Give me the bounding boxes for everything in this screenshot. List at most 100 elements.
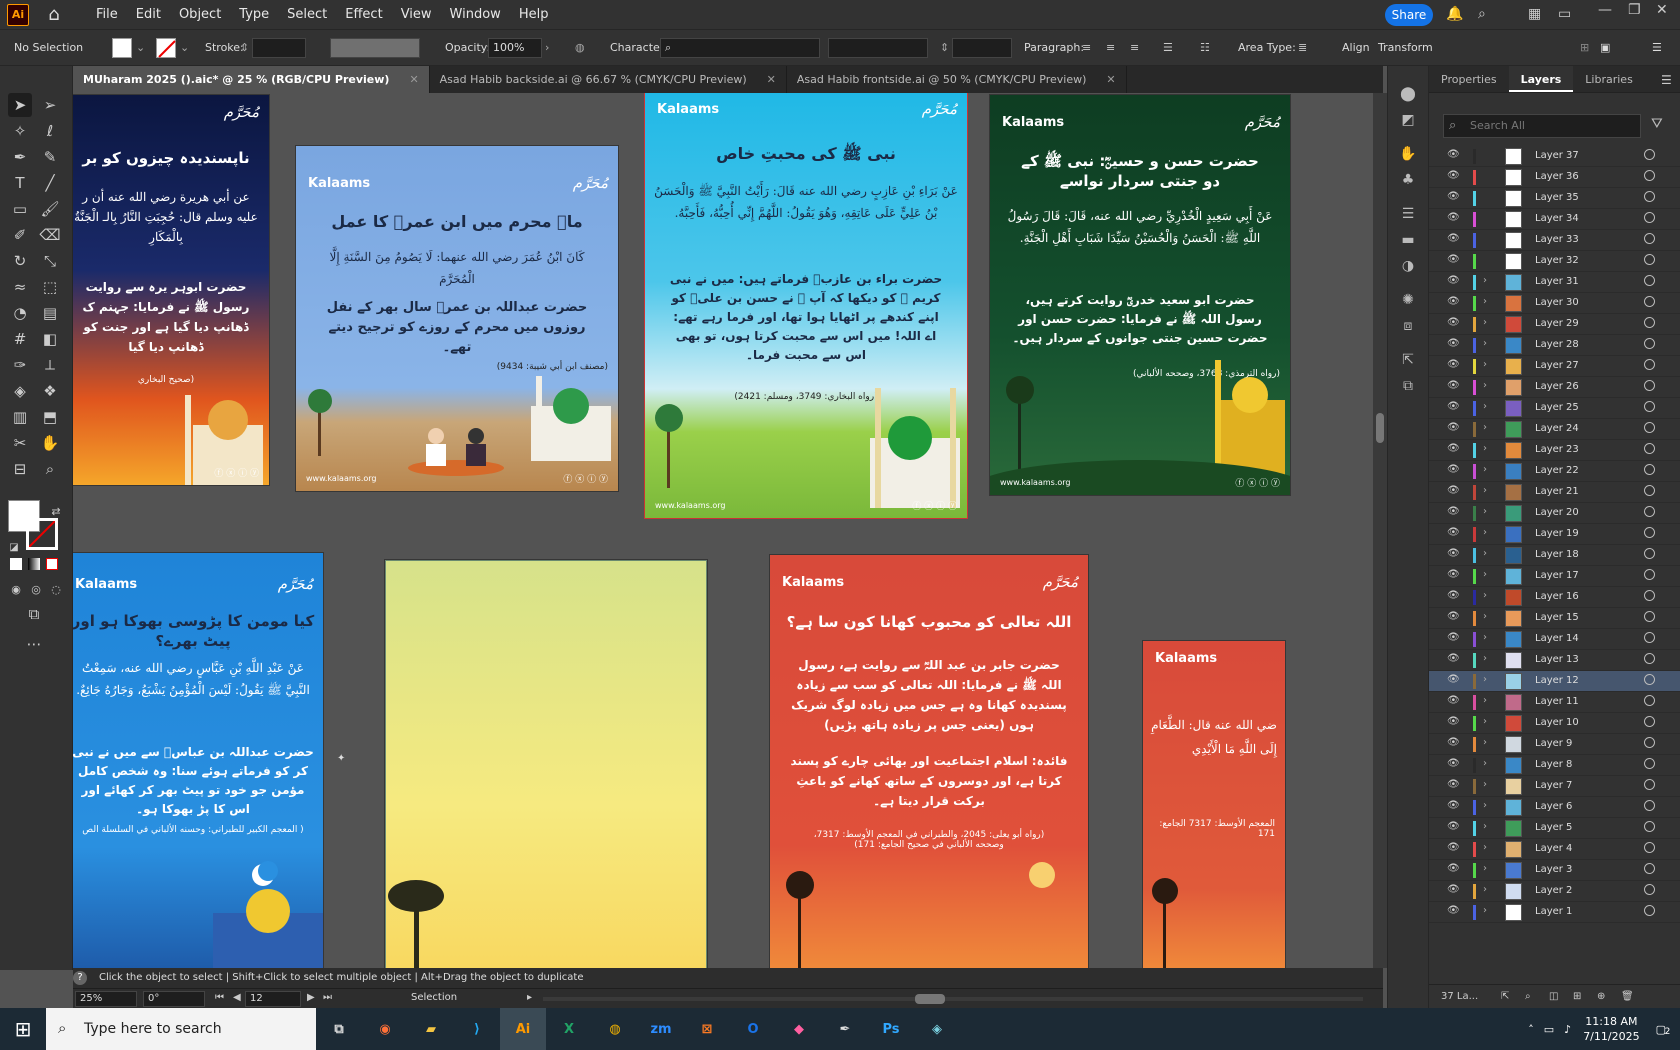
target-circle-icon[interactable] xyxy=(1644,170,1655,181)
shaper-tool-icon[interactable]: ✐ xyxy=(8,223,32,247)
task-view-icon[interactable]: ⧉ xyxy=(316,1008,362,1050)
layer-row[interactable]: 👁 › Layer 30 xyxy=(1429,293,1680,314)
chevron-right-icon[interactable]: › xyxy=(1483,422,1487,433)
layer-row[interactable]: 👁 › Layer 6 xyxy=(1429,797,1680,818)
eye-icon[interactable]: 👁 xyxy=(1447,800,1460,811)
menu-window[interactable]: Window xyxy=(441,7,510,22)
eye-icon[interactable]: 👁 xyxy=(1447,863,1460,874)
isolate-icon[interactable]: ⊞ xyxy=(1580,41,1589,54)
align-left-icon[interactable]: ≡ xyxy=(1082,41,1091,54)
color-icon[interactable]: ⬤ xyxy=(1399,86,1417,104)
target-circle-icon[interactable] xyxy=(1644,632,1655,643)
zoom-tool-icon[interactable]: ⌕ xyxy=(38,457,62,481)
chevron-right-icon[interactable]: › xyxy=(1483,380,1487,391)
chevron-right-icon[interactable]: › xyxy=(1483,359,1487,370)
target-circle-icon[interactable] xyxy=(1644,380,1655,391)
affinity-icon[interactable]: ◆ xyxy=(776,1008,822,1050)
target-circle-icon[interactable] xyxy=(1644,905,1655,916)
layer-row[interactable]: 👁 › Layer 17 xyxy=(1429,566,1680,587)
chevron-right-icon[interactable]: › xyxy=(1483,653,1487,664)
layer-row[interactable]: 👁 › Layer 2 xyxy=(1429,881,1680,902)
eye-icon[interactable]: 👁 xyxy=(1447,527,1460,538)
menu-effect[interactable]: Effect xyxy=(336,7,391,22)
menu-edit[interactable]: Edit xyxy=(127,7,170,22)
chevron-right-icon[interactable]: › xyxy=(1483,485,1487,496)
chevron-up-icon[interactable]: ˄ xyxy=(1528,1023,1534,1036)
vscode-icon[interactable]: ⟩ xyxy=(454,1008,500,1050)
zoom-field[interactable]: 25% xyxy=(75,991,137,1007)
target-circle-icon[interactable] xyxy=(1644,611,1655,622)
delete-layer-icon[interactable]: 🗑 xyxy=(1621,985,1634,1009)
layer-row[interactable]: 👁 › Layer 8 xyxy=(1429,755,1680,776)
eyedropper-tool-icon[interactable]: ✑ xyxy=(8,353,32,377)
target-circle-icon[interactable] xyxy=(1644,590,1655,601)
next-artboard-icon[interactable]: ▶ xyxy=(307,992,315,1003)
target-circle-icon[interactable] xyxy=(1644,464,1655,475)
magic-wand-tool-icon[interactable]: ✧ xyxy=(8,119,32,143)
layer-row[interactable]: 👁 › Layer 21 xyxy=(1429,482,1680,503)
locate-object-icon[interactable]: ⌕ xyxy=(1525,985,1531,1009)
chevron-right-icon[interactable]: › xyxy=(1483,569,1487,580)
layer-row[interactable]: 👁 Layer 33 xyxy=(1429,230,1680,251)
transparency-icon[interactable]: ◑ xyxy=(1399,258,1417,276)
target-circle-icon[interactable] xyxy=(1644,149,1655,160)
taskbar-search-input[interactable]: ⌕ Type here to search xyxy=(46,1008,316,1050)
direct-selection-tool-icon[interactable]: ➢ xyxy=(38,93,62,117)
layer-row[interactable]: 👁 › Layer 16 xyxy=(1429,587,1680,608)
eye-icon[interactable]: 👁 xyxy=(1447,401,1460,412)
volume-icon[interactable]: ♪ xyxy=(1564,1023,1571,1036)
chevron-right-icon[interactable]: › xyxy=(1483,716,1487,727)
eye-icon[interactable]: 👁 xyxy=(1447,149,1460,160)
line-tool-icon[interactable]: ╱ xyxy=(38,171,62,195)
chevron-right-icon[interactable]: › xyxy=(1483,842,1487,853)
chevron-right-icon[interactable]: › xyxy=(1483,695,1487,706)
first-artboard-icon[interactable]: ⏮ xyxy=(215,992,224,1003)
new-layer-icon[interactable]: ⊕ xyxy=(1597,985,1605,1009)
width-tool-icon[interactable]: ≈ xyxy=(8,275,32,299)
eye-icon[interactable]: 👁 xyxy=(1447,632,1460,643)
target-circle-icon[interactable] xyxy=(1644,737,1655,748)
symbol-sprayer-tool-icon[interactable]: ❖ xyxy=(38,379,62,403)
help-icon[interactable]: ? xyxy=(73,971,87,985)
target-circle-icon[interactable] xyxy=(1644,800,1655,811)
menu-select[interactable]: Select xyxy=(278,7,336,22)
variable-width-profile[interactable] xyxy=(330,38,420,58)
stroke-swatch[interactable] xyxy=(156,38,176,58)
chevron-right-icon[interactable]: › xyxy=(1483,800,1487,811)
artboard-8[interactable]: Kalaams ضي الله عنه قال: الطَّعَامِ إِلَ… xyxy=(1143,641,1285,968)
target-circle-icon[interactable] xyxy=(1644,758,1655,769)
target-circle-icon[interactable] xyxy=(1644,401,1655,412)
align-center-icon[interactable]: ≡ xyxy=(1106,41,1115,54)
shape-builder-tool-icon[interactable]: ◔ xyxy=(8,301,32,325)
color-guide-icon[interactable]: ◩ xyxy=(1399,112,1417,130)
xampp-icon[interactable]: ⊠ xyxy=(684,1008,730,1050)
rotation-field[interactable]: 0° xyxy=(143,991,205,1007)
artboard-7[interactable]: Kalaams مُحَرَّم اللہ تعالی کو محبوب کھا… xyxy=(770,555,1088,968)
target-circle-icon[interactable] xyxy=(1644,779,1655,790)
chevron-right-icon[interactable]: › xyxy=(1483,779,1487,790)
target-circle-icon[interactable] xyxy=(1644,254,1655,265)
eye-icon[interactable]: 👁 xyxy=(1447,422,1460,433)
draw-inside-icon[interactable]: ◌ xyxy=(44,578,68,602)
horizontal-scrollbar[interactable] xyxy=(543,994,1363,1004)
outlook-icon[interactable]: O xyxy=(730,1008,776,1050)
swap-colors-icon[interactable]: ⇄ xyxy=(44,500,68,524)
target-circle-icon[interactable] xyxy=(1644,296,1655,307)
layer-row[interactable]: 👁 Layer 37 xyxy=(1429,146,1680,167)
properties-toggle-icon[interactable]: ▣ xyxy=(1600,41,1610,54)
layer-row[interactable]: 👁 Layer 36 xyxy=(1429,167,1680,188)
layer-row[interactable]: 👁 › Layer 15 xyxy=(1429,608,1680,629)
windows-start-icon[interactable]: ⊞ xyxy=(0,1008,46,1050)
slice-tool-icon[interactable]: ✂ xyxy=(8,431,32,455)
column-graph-tool-icon[interactable]: ▥ xyxy=(8,405,32,429)
print-tiling-tool-icon[interactable]: ⊟ xyxy=(8,457,32,481)
chevron-right-icon[interactable]: › xyxy=(1483,464,1487,475)
tab-properties[interactable]: Properties xyxy=(1429,66,1509,92)
menu-view[interactable]: View xyxy=(392,7,441,22)
artboard-3[interactable]: Kalaams مُحَرَّم نبی ﷺ کی محبتِ خاص عَنْ… xyxy=(644,93,968,519)
layer-row[interactable]: 👁 › Layer 1 xyxy=(1429,902,1680,923)
edit-toolbar-icon[interactable]: ⋯ xyxy=(22,632,46,656)
menu-file[interactable]: File xyxy=(87,7,127,22)
target-circle-icon[interactable] xyxy=(1644,338,1655,349)
close-icon[interactable]: ✕ xyxy=(767,73,776,86)
